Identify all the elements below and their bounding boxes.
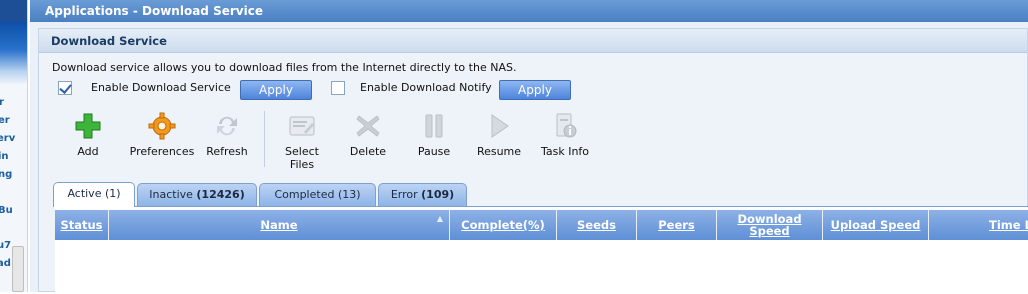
sidebar-item[interactable]: er — [0, 115, 10, 126]
sidebar-item[interactable]: Bu — [0, 205, 13, 216]
sidebar-top-band — [0, 0, 27, 22]
refresh-button[interactable]: Refresh — [196, 112, 258, 158]
apply-download-service-button[interactable]: Apply — [240, 80, 312, 100]
preferences-label: Preferences — [129, 145, 195, 158]
tab-active-name: Active — [67, 187, 102, 200]
enable-download-service-checkbox[interactable] — [58, 81, 72, 95]
select-files-button[interactable]: Select Files — [266, 112, 338, 171]
sidebar-fragment: r er erv in ng Bu u7 ad — [0, 0, 28, 292]
sidebar-scrollbar[interactable] — [12, 246, 24, 292]
sidebar-item[interactable]: u7 — [0, 240, 11, 251]
delete-button[interactable]: Delete — [332, 112, 404, 158]
panel-title: Download Service — [39, 29, 1027, 53]
sidebar-item[interactable]: in — [0, 151, 9, 162]
select-files-label-line1: Select — [285, 145, 319, 158]
toolbar-separator — [264, 111, 265, 167]
refresh-label: Refresh — [206, 145, 248, 158]
column-download-speed[interactable]: Download Speed — [717, 210, 823, 240]
sidebar-item[interactable]: r — [0, 97, 4, 108]
select-files-label: Select Files — [266, 145, 338, 171]
column-status[interactable]: Status — [55, 210, 109, 240]
column-download-speed-line2: Speed — [749, 224, 790, 238]
enable-download-notify-checkbox[interactable] — [331, 81, 345, 95]
add-button[interactable]: Add — [52, 112, 124, 158]
plus-icon — [75, 113, 101, 139]
column-name-label: Name — [260, 218, 298, 232]
window-title: Applications - Download Service — [30, 0, 1028, 22]
resume-label: Resume — [476, 145, 522, 158]
select-files-icon — [289, 116, 315, 136]
grid-header: Status Name ▲ Complete(%) Seeds Peers Do… — [55, 210, 1028, 240]
pause-button[interactable]: Pause — [398, 112, 470, 158]
select-files-label-line2: Files — [289, 158, 315, 171]
tab-inactive[interactable]: Inactive (12426) — [137, 183, 257, 206]
column-seeds[interactable]: Seeds — [557, 210, 637, 240]
panel-body: Download service allows you to download … — [39, 53, 1028, 294]
task-info-button[interactable]: Task Info — [528, 112, 602, 158]
tab-active[interactable]: Active (1) — [53, 182, 135, 207]
tab-completed-count: (13) — [337, 188, 361, 201]
task-info-icon — [556, 113, 577, 138]
task-info-label: Task Info — [540, 145, 590, 158]
pause-icon — [425, 114, 443, 138]
tab-error-name: Error — [390, 188, 418, 201]
tab-inactive-count: (12426) — [196, 188, 245, 201]
tab-completed[interactable]: Completed (13) — [259, 183, 376, 206]
delete-label: Delete — [349, 145, 387, 158]
enable-download-service-label: Enable Download Service — [91, 81, 231, 94]
delete-icon — [356, 115, 380, 137]
enable-download-notify-label: Enable Download Notify — [360, 81, 492, 94]
tab-inactive-name: Inactive — [149, 188, 193, 201]
sidebar-item[interactable]: ng — [0, 169, 12, 180]
column-upload-speed[interactable]: Upload Speed — [823, 210, 929, 240]
refresh-icon — [217, 116, 237, 136]
tab-completed-name: Completed — [274, 188, 335, 201]
tab-error-count: (109) — [421, 188, 455, 201]
column-peers[interactable]: Peers — [637, 210, 717, 240]
resume-button[interactable]: Resume — [463, 112, 535, 158]
tab-active-count: (1) — [104, 187, 121, 200]
play-icon — [491, 114, 509, 138]
preferences-button[interactable]: Preferences — [122, 112, 202, 158]
sidebar-item[interactable]: erv — [0, 133, 15, 144]
download-service-window: Applications - Download Service Download… — [30, 0, 1028, 294]
apply-download-notify-button[interactable]: Apply — [499, 80, 571, 100]
gear-icon — [148, 112, 176, 140]
sort-ascending-icon: ▲ — [436, 214, 443, 223]
column-time-left[interactable]: Time L — [929, 210, 1028, 240]
tab-error[interactable]: Error (109) — [378, 183, 467, 206]
column-complete[interactable]: Complete(%) — [450, 210, 557, 240]
column-name[interactable]: Name ▲ — [109, 210, 450, 240]
download-task-grid: Status Name ▲ Complete(%) Seeds Peers Do… — [55, 206, 1028, 294]
sidebar-item[interactable]: ad — [0, 258, 11, 269]
pause-label: Pause — [417, 145, 451, 158]
sidebar-banner-graphic — [0, 22, 27, 84]
service-description: Download service allows you to download … — [52, 61, 517, 74]
download-service-panel: Download Service Download service allows… — [38, 28, 1028, 294]
add-label: Add — [77, 145, 99, 158]
